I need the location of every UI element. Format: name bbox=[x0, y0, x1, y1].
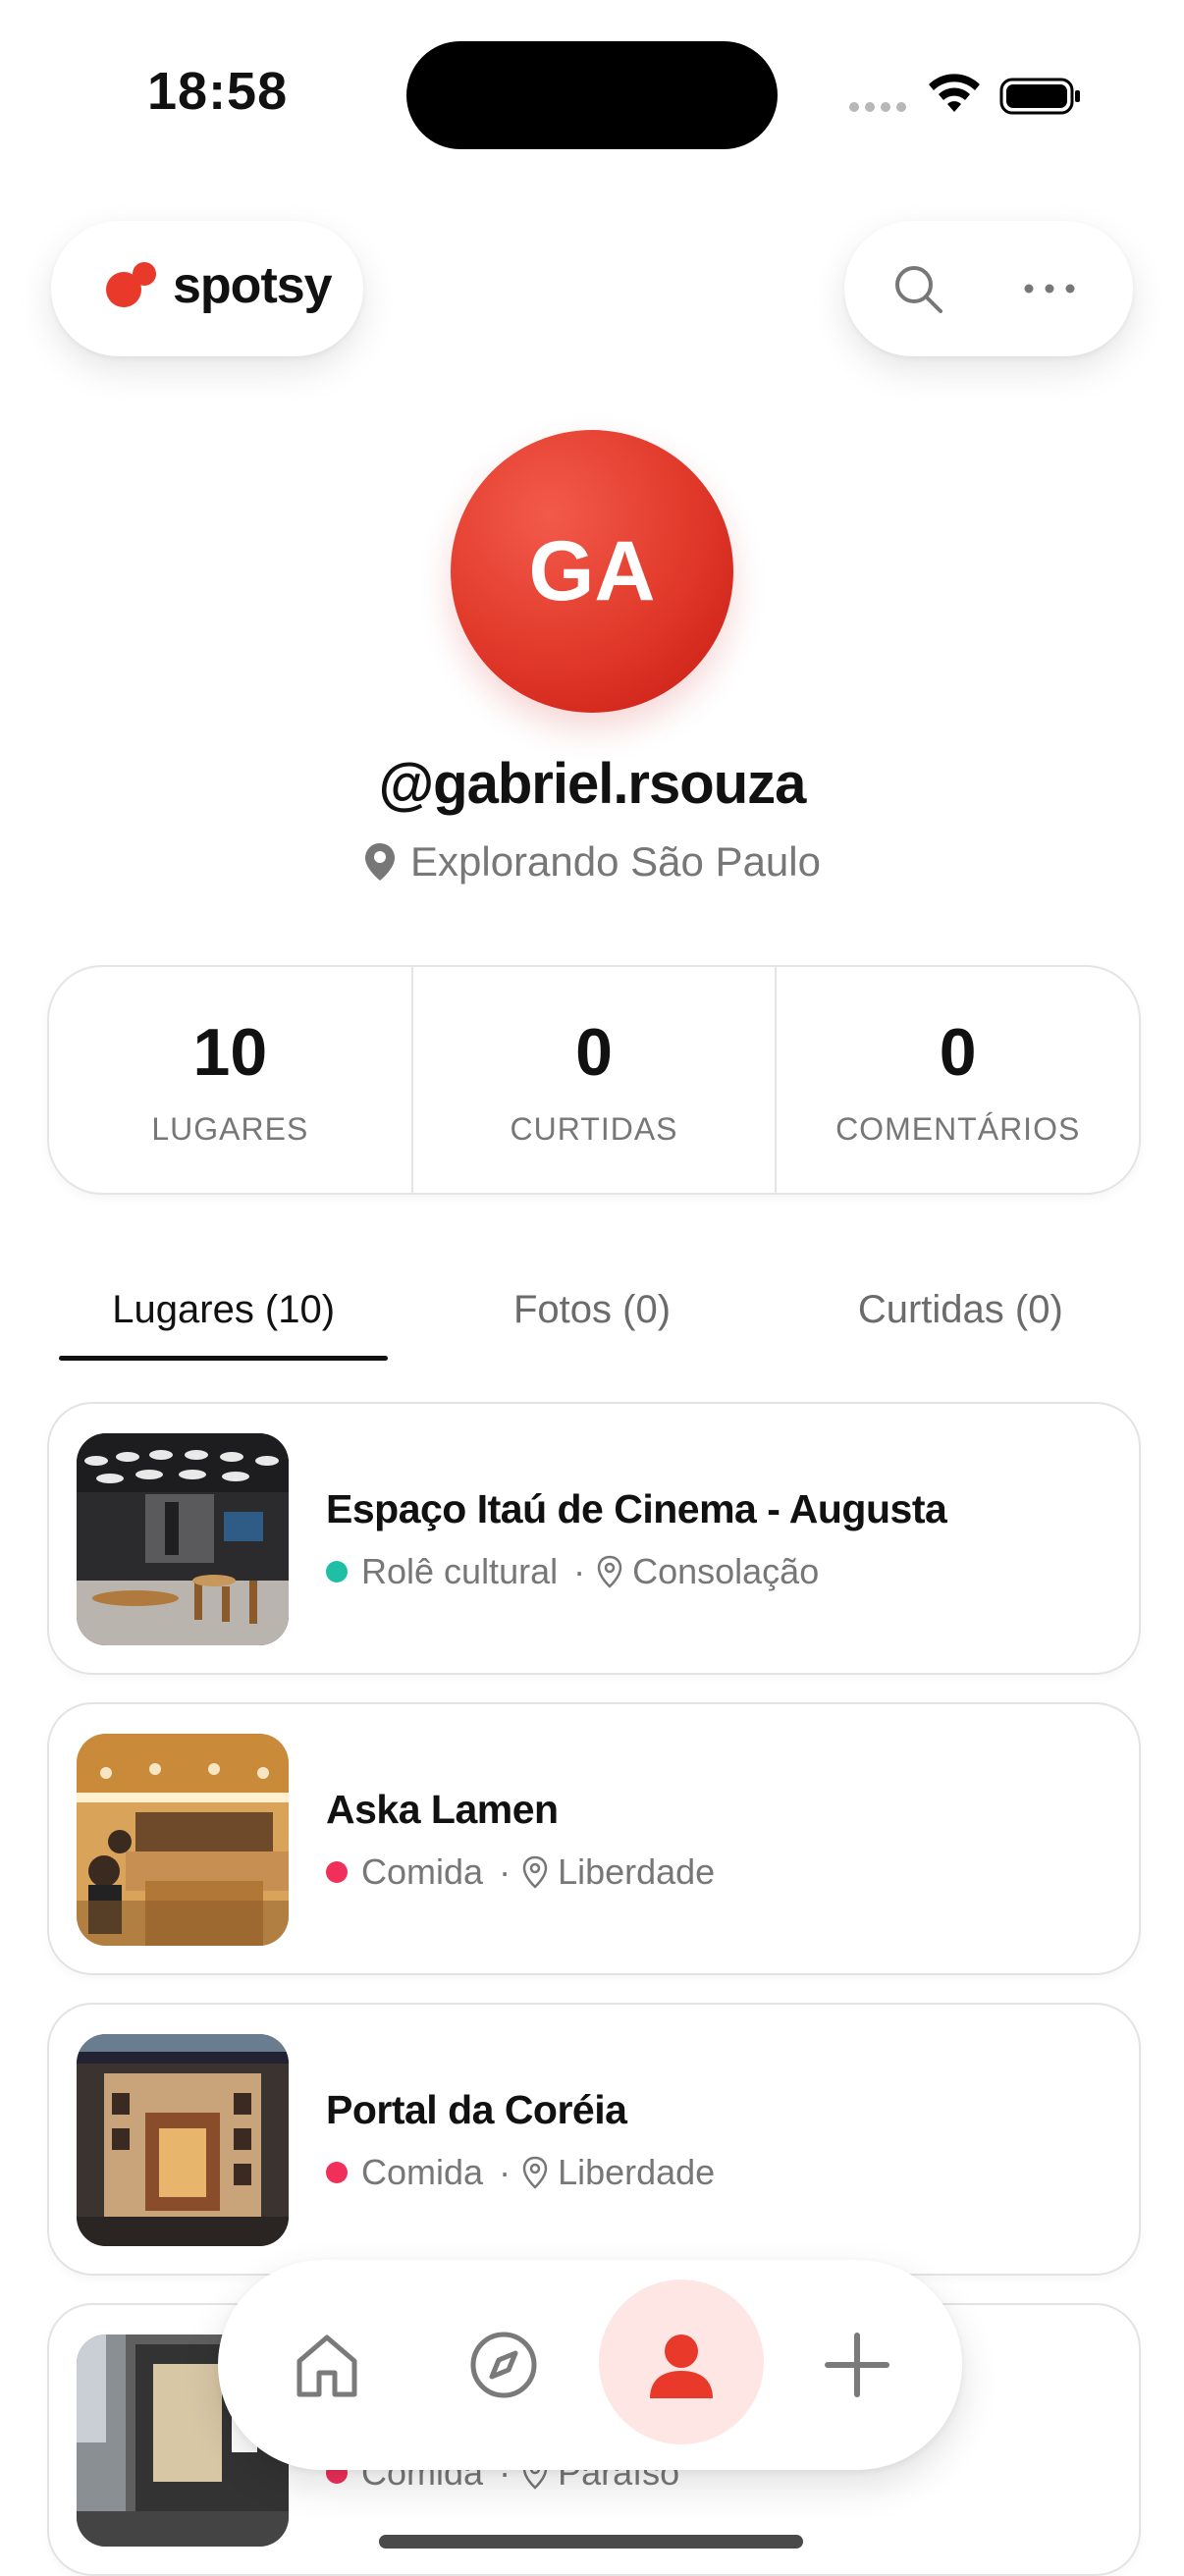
category-dot bbox=[326, 2162, 348, 2183]
brand-logo[interactable]: spotsy bbox=[51, 221, 363, 356]
place-photo bbox=[77, 2034, 289, 2246]
meta-separator: · bbox=[499, 2152, 511, 2192]
place-neighborhood: Liberdade bbox=[558, 2152, 716, 2192]
meta-separator: · bbox=[573, 1551, 586, 1591]
home-icon bbox=[296, 2334, 357, 2397]
stat-comments[interactable]: 0 COMENTÁRIOS bbox=[775, 967, 1139, 1193]
nav-add[interactable] bbox=[793, 2301, 921, 2429]
place-card[interactable]: Portal da Coréia Comida · Liberdade bbox=[47, 2003, 1141, 2276]
location-text: Explorando São Paulo bbox=[410, 838, 821, 885]
place-meta: Comida · Liberdade bbox=[326, 1852, 715, 1893]
place-photo bbox=[77, 1734, 289, 1946]
spotsy-logo-icon bbox=[106, 262, 156, 307]
place-category: Comida bbox=[361, 2152, 484, 2192]
cellular-signal-icon bbox=[849, 102, 906, 114]
stat-label: CURTIDAS bbox=[510, 1110, 678, 1147]
tab-photos[interactable]: Fotos (0) bbox=[407, 1276, 776, 1365]
home-indicator[interactable] bbox=[379, 2535, 803, 2549]
stat-places[interactable]: 10 LUGARES bbox=[49, 967, 411, 1193]
wifi-icon bbox=[929, 74, 980, 112]
profile-icon bbox=[650, 2334, 713, 2398]
nav-explore[interactable] bbox=[440, 2301, 567, 2429]
place-card[interactable]: Aska Lamen Comida · Liberdade bbox=[47, 1702, 1141, 1975]
status-time: 18:58 bbox=[147, 62, 289, 121]
nav-home[interactable] bbox=[263, 2301, 391, 2429]
place-name: Portal da Coréia bbox=[326, 2087, 627, 2132]
place-photo bbox=[77, 1433, 289, 1645]
tab-places[interactable]: Lugares (10) bbox=[39, 1276, 407, 1365]
place-meta: Rolê cultural · Consolação bbox=[326, 1551, 819, 1592]
avatar[interactable]: GA bbox=[451, 430, 733, 713]
stat-likes[interactable]: 0 CURTIDAS bbox=[410, 967, 776, 1193]
profile-stats: 10 LUGARES 0 CURTIDAS 0 COMENTÁRIOS bbox=[47, 965, 1141, 1195]
tab-likes[interactable]: Curtidas (0) bbox=[777, 1276, 1145, 1365]
header-actions bbox=[844, 221, 1133, 356]
stat-value: 0 bbox=[575, 1014, 613, 1090]
dynamic-island bbox=[406, 41, 778, 149]
stat-value: 0 bbox=[939, 1014, 977, 1090]
place-card[interactable]: Espaço Itaú de Cinema - Augusta Rolê cul… bbox=[47, 1402, 1141, 1675]
place-name: Aska Lamen bbox=[326, 1787, 559, 1832]
category-dot bbox=[326, 1861, 348, 1883]
location-pin-icon bbox=[365, 843, 395, 881]
nav-profile[interactable] bbox=[618, 2301, 745, 2429]
more-button[interactable] bbox=[1017, 256, 1082, 321]
place-neighborhood: Consolação bbox=[632, 1551, 820, 1591]
stat-label: COMENTÁRIOS bbox=[835, 1110, 1081, 1147]
stat-value: 10 bbox=[192, 1014, 268, 1090]
search-button[interactable] bbox=[886, 256, 950, 321]
bottom-navigation bbox=[218, 2260, 962, 2470]
location-pin-icon bbox=[522, 1855, 548, 1889]
meta-separator: · bbox=[499, 1852, 511, 1892]
place-category: Rolê cultural bbox=[361, 1551, 559, 1591]
username: @gabriel.rsouza bbox=[378, 752, 807, 816]
place-name: Espaço Itaú de Cinema - Augusta bbox=[326, 1486, 947, 1531]
category-dot bbox=[326, 1561, 348, 1583]
more-icon bbox=[1024, 284, 1075, 294]
search-icon bbox=[895, 266, 942, 313]
profile-tabs: Lugares (10) Fotos (0) Curtidas (0) bbox=[39, 1276, 1145, 1365]
battery-icon bbox=[999, 78, 1080, 115]
explore-icon bbox=[470, 2332, 537, 2398]
location-pin-icon bbox=[597, 1555, 622, 1588]
profile-location: Explorando São Paulo bbox=[0, 838, 1184, 886]
brand-name: spotsy bbox=[173, 257, 333, 314]
place-meta: Comida · Liberdade bbox=[326, 2152, 715, 2193]
location-pin-icon bbox=[522, 2156, 548, 2189]
stat-label: LUGARES bbox=[151, 1110, 309, 1147]
place-category: Comida bbox=[361, 1852, 484, 1892]
place-neighborhood: Liberdade bbox=[558, 1852, 716, 1892]
add-icon bbox=[825, 2333, 889, 2397]
